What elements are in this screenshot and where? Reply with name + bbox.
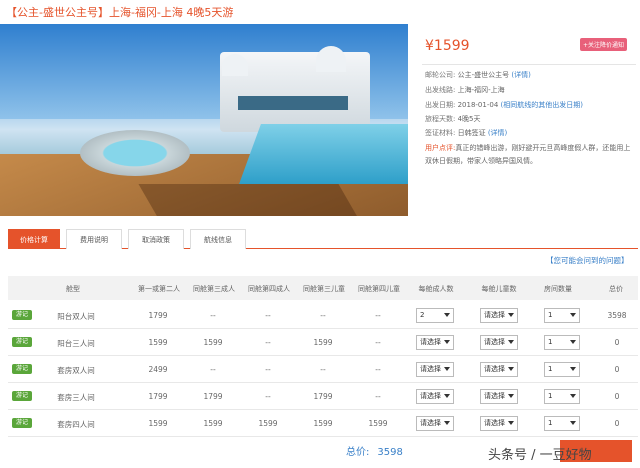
- follow-price-button[interactable]: +关注降价通知: [580, 38, 628, 51]
- rooms-select[interactable]: 1: [544, 416, 580, 431]
- table-row: 游记 套房四人间 1599 1599 1599 1599 1599 请选择 请选…: [8, 410, 638, 437]
- table-row: 游记 套房双人间 2499 -- -- -- -- 请选择 请选择 1 0: [8, 356, 638, 383]
- travel-note-badge[interactable]: 游记: [12, 337, 32, 347]
- user-review: 用户点评:真正的错峰出游，刚好避开元旦高峰度假人群，还能用上双休日假期，带家人领…: [425, 144, 631, 165]
- info-visa: 签证材料: 日韩签证 (详情): [425, 129, 508, 137]
- rooms-select[interactable]: 1: [544, 389, 580, 404]
- adults-select[interactable]: 请选择: [416, 416, 454, 431]
- tab-bar: 价格计算 费用说明 取消政策 航线信息: [8, 229, 638, 249]
- adults-select[interactable]: 请选择: [416, 389, 454, 404]
- rooms-select[interactable]: 1: [544, 335, 580, 350]
- children-select[interactable]: 请选择: [480, 389, 518, 404]
- adults-select[interactable]: 2: [416, 308, 454, 323]
- tab-fee-info[interactable]: 费用说明: [66, 229, 122, 249]
- travel-note-badge[interactable]: 游记: [12, 391, 32, 401]
- other-dates-link[interactable]: (相同航线的其他出发日期): [501, 101, 583, 109]
- tab-price-calc[interactable]: 价格计算: [8, 229, 60, 249]
- table-row: 游记 套房三人间 1799 1799 -- 1799 -- 请选择 请选择 1 …: [8, 383, 638, 410]
- rooms-select[interactable]: 1: [544, 308, 580, 323]
- grand-total: 总价: 3598: [346, 447, 403, 458]
- adults-select[interactable]: 请选择: [416, 362, 454, 377]
- children-select[interactable]: 请选择: [480, 335, 518, 350]
- tab-cancel-policy[interactable]: 取消政策: [128, 229, 184, 249]
- watermark: 头条号 / 一豆好物: [488, 448, 592, 463]
- faq-link[interactable]: 【您可能会问到的问题】: [546, 255, 629, 266]
- travel-note-badge[interactable]: 游记: [12, 364, 32, 374]
- travel-note-badge[interactable]: 游记: [12, 418, 32, 428]
- adults-select[interactable]: 请选择: [416, 335, 454, 350]
- tab-route-info[interactable]: 航线信息: [190, 229, 246, 249]
- info-duration: 旅程天数: 4晚5天: [425, 115, 481, 123]
- table-header: 舱型 第一或第二人 同舱第三成人 同舱第四成人 同舱第三儿童 同舱第四儿童 每舱…: [8, 276, 638, 300]
- children-select[interactable]: 请选择: [480, 362, 518, 377]
- info-route: 出发线路: 上海-福冈-上海: [425, 86, 505, 94]
- children-select[interactable]: 请选择: [480, 416, 518, 431]
- rooms-select[interactable]: 1: [544, 362, 580, 377]
- table-row: 游记 阳台双人间 1799 -- -- -- -- 2 请选择 1 3598: [8, 302, 638, 329]
- children-select[interactable]: 请选择: [480, 308, 518, 323]
- company-detail-link[interactable]: (详情): [511, 71, 530, 79]
- page-title: 【公主-盛世公主号】上海-福冈-上海 4晚5天游: [6, 6, 234, 19]
- info-company: 邮轮公司: 公主-盛世公主号 (详情): [425, 71, 531, 79]
- cruise-photo[interactable]: [0, 24, 408, 216]
- travel-note-badge[interactable]: 游记: [12, 310, 32, 320]
- price: ¥1599: [425, 38, 470, 54]
- visa-detail-link[interactable]: (详情): [488, 129, 507, 137]
- table-row: 游记 阳台三人间 1599 1599 -- 1599 -- 请选择 请选择 1 …: [8, 329, 638, 356]
- info-date: 出发日期: 2018-01-04 (相同航线的其他出发日期): [425, 101, 583, 109]
